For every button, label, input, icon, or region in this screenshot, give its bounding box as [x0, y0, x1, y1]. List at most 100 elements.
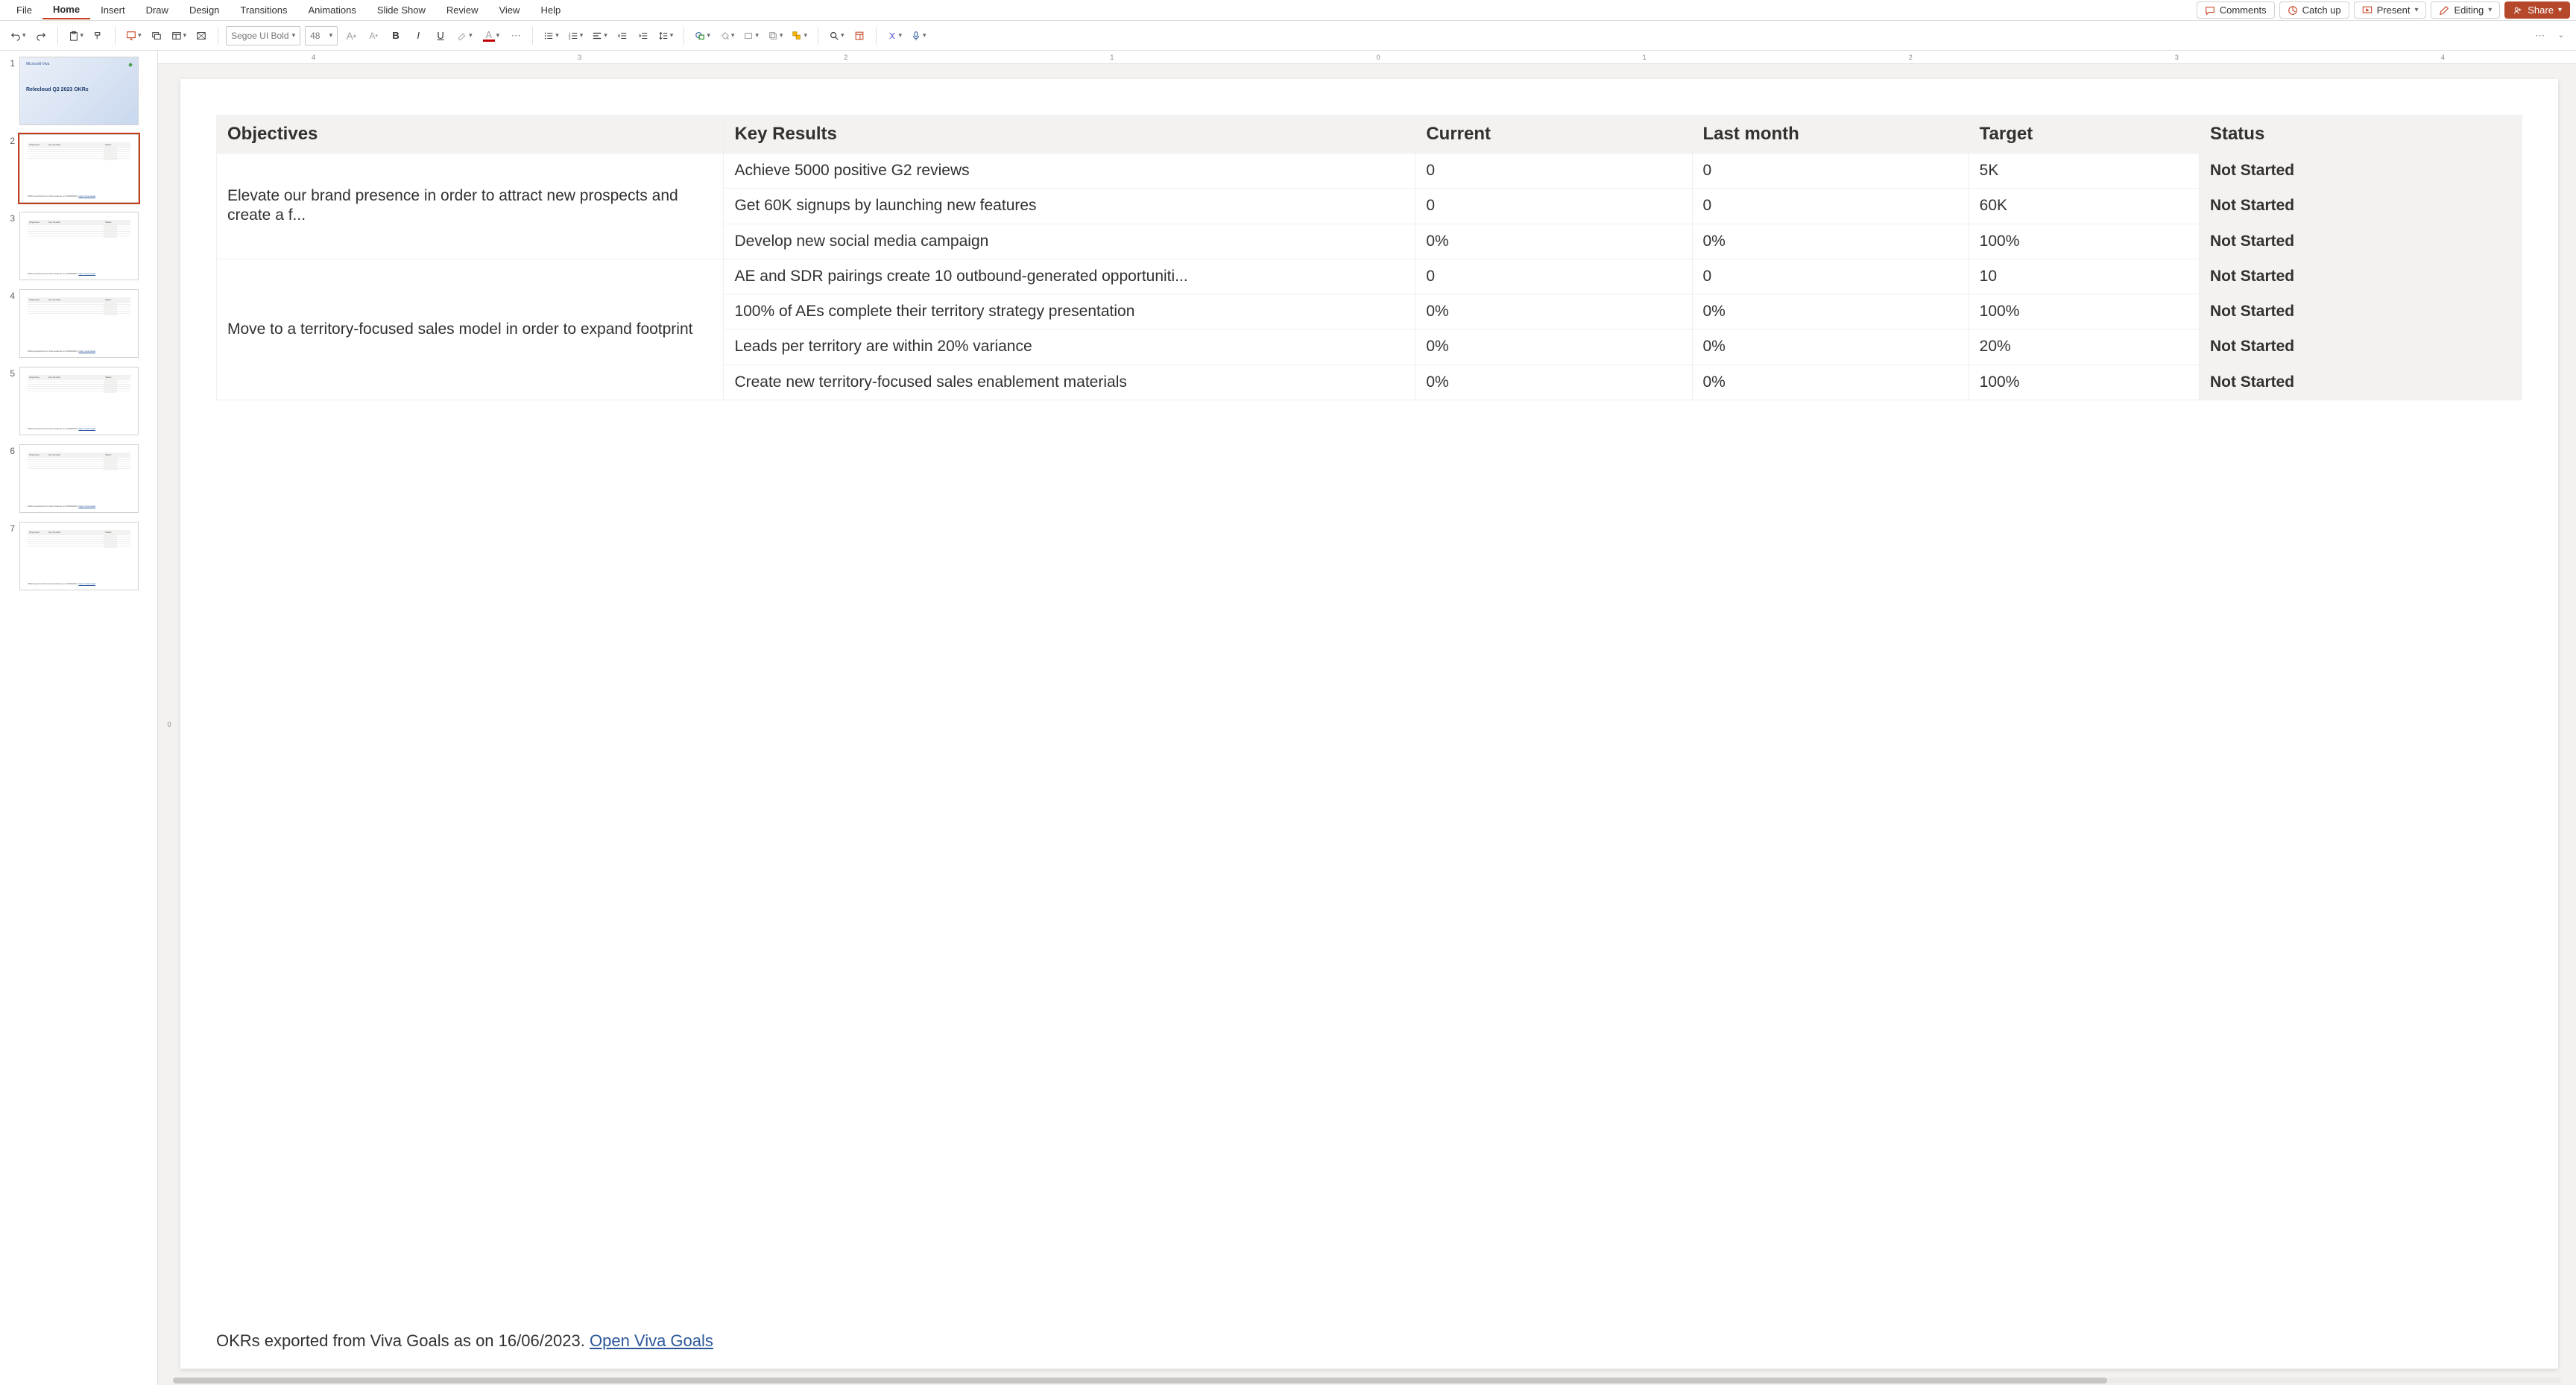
okr-table[interactable]: ObjectivesKey ResultsCurrentLast monthTa…	[216, 115, 2522, 400]
key-result-cell[interactable]: AE and SDR pairings create 10 outbound-g…	[724, 259, 1415, 294]
tg-cell[interactable]: 60K	[1969, 189, 2199, 224]
table-header[interactable]: Status	[2199, 116, 2522, 154]
key-result-cell[interactable]: Create new territory-focused sales enabl…	[724, 365, 1415, 400]
key-result-cell[interactable]: Achieve 5000 positive G2 reviews	[724, 154, 1415, 189]
italic-button[interactable]: I	[409, 25, 427, 46]
key-result-cell[interactable]: Leads per territory are within 20% varia…	[724, 329, 1415, 365]
more-commands-button[interactable]: ⋯	[2531, 25, 2549, 46]
more-font-button[interactable]: ⋯	[507, 25, 525, 46]
horizontal-scrollbar[interactable]	[158, 1376, 2576, 1385]
table-header[interactable]: Key Results	[724, 116, 1415, 154]
increase-font-button[interactable]: A▴	[342, 25, 360, 46]
increase-indent-button[interactable]	[634, 25, 652, 46]
table-header[interactable]: Current	[1415, 116, 1692, 154]
undo-button[interactable]: ▾	[7, 25, 29, 46]
tg-cell[interactable]: 100%	[1969, 294, 2199, 329]
decrease-font-button[interactable]: A▾	[364, 25, 382, 46]
editing-mode-button[interactable]: Editing ▾	[2431, 1, 2500, 19]
slide-outline-panel[interactable]: 1Microsoft VivaRelecloud Q2 2023 OKRs2Ob…	[0, 51, 158, 1385]
lm-cell[interactable]: 0%	[1692, 224, 1969, 259]
lm-cell[interactable]: 0	[1692, 259, 1969, 294]
cur-cell[interactable]: 0	[1415, 259, 1692, 294]
shape-fill-button[interactable]: ▾	[716, 25, 738, 46]
designer-button[interactable]	[850, 25, 868, 46]
status-cell[interactable]: Not Started	[2199, 329, 2522, 365]
catchup-button[interactable]: Catch up	[2279, 1, 2349, 19]
font-color-button[interactable]: A ▾	[480, 25, 503, 46]
key-result-cell[interactable]: 100% of AEs complete their territory str…	[724, 294, 1415, 329]
cur-cell[interactable]: 0	[1415, 189, 1692, 224]
slide-canvas-area[interactable]: 432101234 0 ObjectivesKey ResultsCurrent…	[158, 51, 2576, 1385]
shapes-button[interactable]: ▾	[692, 25, 713, 46]
line-spacing-button[interactable]: ▾	[655, 25, 677, 46]
cur-cell[interactable]: 0	[1415, 154, 1692, 189]
status-cell[interactable]: Not Started	[2199, 365, 2522, 400]
slide-thumbnail[interactable]: ObjectivesKey ResultsStatusOKRs exported…	[19, 367, 139, 435]
ribbon-collapse-button[interactable]: ⌄	[2554, 27, 2569, 44]
shape-outline-button[interactable]: ▾	[740, 25, 762, 46]
menu-tab-design[interactable]: Design	[179, 1, 230, 19]
status-cell[interactable]: Not Started	[2199, 224, 2522, 259]
decrease-indent-button[interactable]	[613, 25, 631, 46]
bold-button[interactable]: B	[387, 25, 405, 46]
slide[interactable]: ObjectivesKey ResultsCurrentLast monthTa…	[180, 79, 2558, 1369]
status-cell[interactable]: Not Started	[2199, 189, 2522, 224]
menu-tab-insert[interactable]: Insert	[90, 1, 136, 19]
objective-cell[interactable]: Move to a territory-focused sales model …	[217, 259, 724, 400]
status-cell[interactable]: Not Started	[2199, 294, 2522, 329]
paste-button[interactable]: ▾	[66, 25, 87, 46]
menu-tab-transitions[interactable]: Transitions	[230, 1, 297, 19]
highlight-color-button[interactable]: ▾	[454, 25, 476, 46]
cur-cell[interactable]: 0%	[1415, 294, 1692, 329]
slide-thumbnail[interactable]: ObjectivesKey ResultsStatusOKRs exported…	[19, 289, 139, 358]
tg-cell[interactable]: 20%	[1969, 329, 2199, 365]
menu-tab-home[interactable]: Home	[42, 1, 90, 19]
slide-thumbnail[interactable]: Microsoft VivaRelecloud Q2 2023 OKRs	[19, 57, 139, 125]
layout-button[interactable]: ▾	[168, 25, 190, 46]
table-row[interactable]: Elevate our brand presence in order to a…	[217, 154, 2522, 189]
table-header[interactable]: Objectives	[217, 116, 724, 154]
redo-button[interactable]	[32, 25, 50, 46]
format-painter-button[interactable]	[89, 25, 107, 46]
numbering-button[interactable]: 123▾	[565, 25, 587, 46]
slide-thumbnail[interactable]: ObjectivesKey ResultsStatusOKRs exported…	[19, 444, 139, 513]
lm-cell[interactable]: 0%	[1692, 294, 1969, 329]
present-button[interactable]: Present ▾	[2354, 1, 2427, 19]
share-button[interactable]: Share ▾	[2504, 1, 2570, 19]
section-button[interactable]	[192, 25, 210, 46]
comments-button[interactable]: Comments	[2197, 1, 2275, 19]
menu-tab-slideshow[interactable]: Slide Show	[367, 1, 436, 19]
slide-thumbnail[interactable]: ObjectivesKey ResultsStatusOKRs exported…	[19, 522, 139, 590]
slide-thumbnail[interactable]: ObjectivesKey ResultsStatusOKRs exported…	[19, 212, 139, 280]
cur-cell[interactable]: 0%	[1415, 365, 1692, 400]
lm-cell[interactable]: 0	[1692, 189, 1969, 224]
status-cell[interactable]: Not Started	[2199, 154, 2522, 189]
status-cell[interactable]: Not Started	[2199, 259, 2522, 294]
lm-cell[interactable]: 0%	[1692, 365, 1969, 400]
key-result-cell[interactable]: Get 60K signups by launching new feature…	[724, 189, 1415, 224]
font-size-combo[interactable]: 48 ▾	[305, 26, 338, 45]
underline-button[interactable]: U	[432, 25, 449, 46]
menu-tab-animations[interactable]: Animations	[298, 1, 367, 19]
key-result-cell[interactable]: Develop new social media campaign	[724, 224, 1415, 259]
cur-cell[interactable]: 0%	[1415, 329, 1692, 365]
menu-tab-draw[interactable]: Draw	[136, 1, 179, 19]
shape-effects-button[interactable]: ▾	[765, 25, 786, 46]
open-viva-goals-link[interactable]: Open Viva Goals	[590, 1331, 713, 1350]
cur-cell[interactable]: 0%	[1415, 224, 1692, 259]
objective-cell[interactable]: Elevate our brand presence in order to a…	[217, 154, 724, 259]
find-button[interactable]: ▾	[826, 25, 847, 46]
menu-tab-review[interactable]: Review	[436, 1, 489, 19]
copilot-button[interactable]: ▾	[884, 25, 906, 46]
font-name-combo[interactable]: Segoe UI Bold ▾	[226, 26, 300, 45]
new-slide-button[interactable]: ▾	[123, 25, 145, 46]
lm-cell[interactable]: 0%	[1692, 329, 1969, 365]
menu-tab-file[interactable]: File	[6, 1, 42, 19]
slide-thumbnail[interactable]: ObjectivesKey ResultsStatusOKRs exported…	[19, 134, 139, 203]
table-row[interactable]: Move to a territory-focused sales model …	[217, 259, 2522, 294]
tg-cell[interactable]: 100%	[1969, 224, 2199, 259]
menu-tab-help[interactable]: Help	[530, 1, 571, 19]
menu-tab-view[interactable]: View	[489, 1, 531, 19]
table-header[interactable]: Target	[1969, 116, 2199, 154]
dictate-button[interactable]: ▾	[908, 25, 929, 46]
